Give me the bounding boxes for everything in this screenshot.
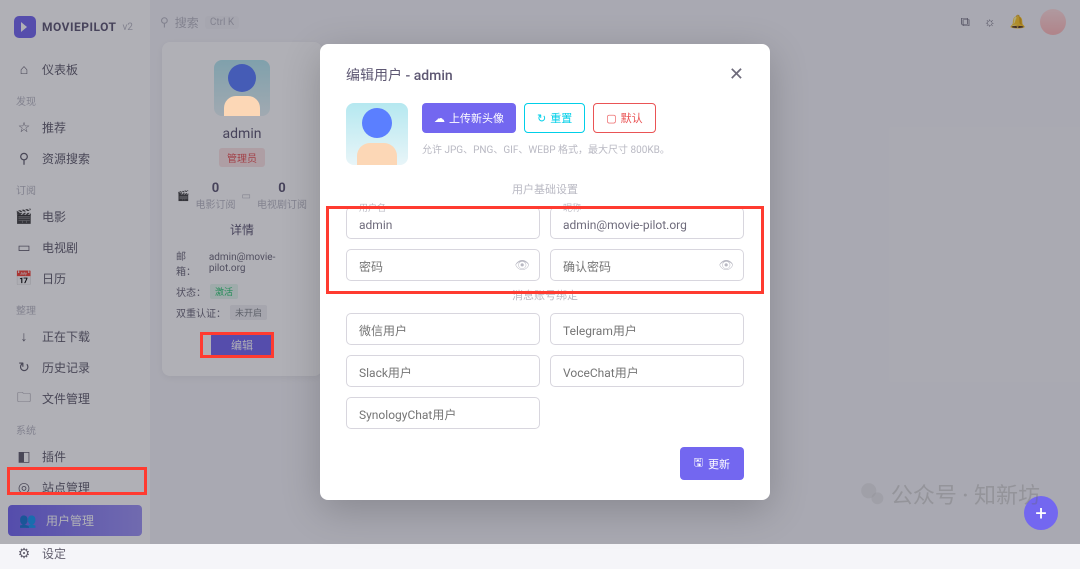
- password-field[interactable]: 👁: [346, 249, 540, 281]
- plus-icon: +: [1035, 501, 1046, 525]
- slack-field[interactable]: [346, 355, 540, 387]
- modal-title: 编辑用户 - admin: [346, 65, 453, 85]
- synology-field[interactable]: [346, 397, 540, 429]
- confirm-password-field[interactable]: 👁: [550, 249, 744, 281]
- add-fab[interactable]: +: [1024, 496, 1058, 530]
- section-bind: 消息账号绑定: [346, 287, 744, 303]
- nickname-field[interactable]: 昵称: [550, 207, 744, 239]
- cloud-icon: ☁: [434, 112, 445, 125]
- edit-user-modal: 编辑用户 - admin ✕ ☁上传新头像 ↻重置 ▢默认 允许 JPG、PNG…: [320, 44, 770, 500]
- modal-avatar: [346, 103, 408, 165]
- close-icon[interactable]: ✕: [729, 64, 744, 85]
- section-basic: 用户基础设置: [346, 181, 744, 197]
- gear-icon: ⚙: [16, 546, 32, 562]
- upload-avatar-button[interactable]: ☁上传新头像: [422, 103, 516, 133]
- upload-hint: 允许 JPG、PNG、GIF、WEBP 格式，最大尺寸 800KB。: [422, 141, 670, 156]
- eye-icon[interactable]: 👁: [719, 258, 734, 272]
- image-icon: ▢: [606, 112, 616, 125]
- reset-button[interactable]: ↻重置: [524, 103, 585, 133]
- username-field[interactable]: 用户名: [346, 207, 540, 239]
- save-icon: 🖫: [694, 454, 703, 473]
- update-button[interactable]: 🖫更新: [680, 447, 744, 480]
- refresh-icon: ↻: [537, 112, 546, 125]
- telegram-field[interactable]: [550, 313, 744, 345]
- default-button[interactable]: ▢默认: [593, 103, 655, 133]
- eye-icon[interactable]: 👁: [515, 258, 530, 272]
- vocechat-field[interactable]: [550, 355, 744, 387]
- wechat-field[interactable]: [346, 313, 540, 345]
